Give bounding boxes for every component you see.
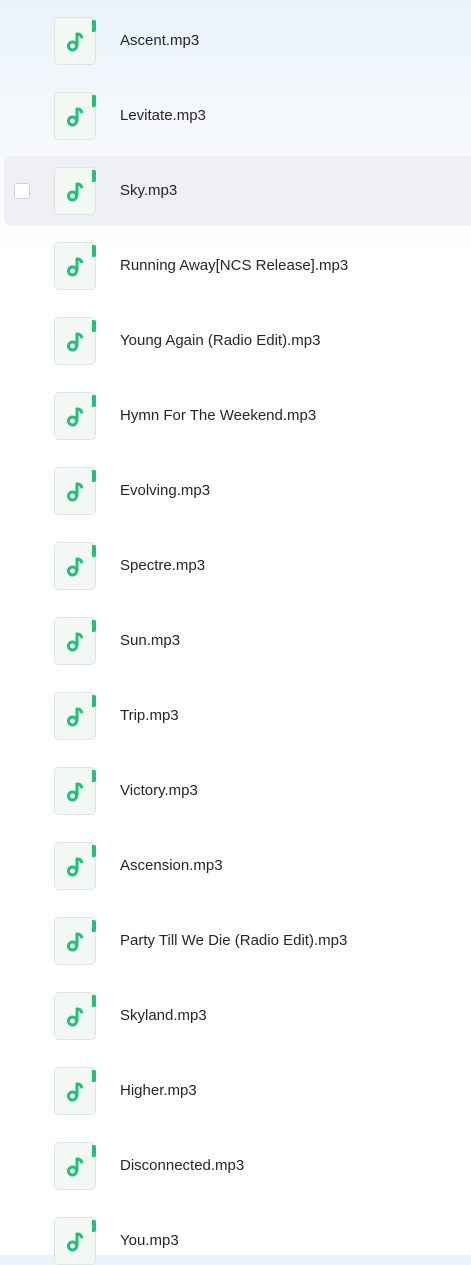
file-name[interactable]: Spectre.mp3 (120, 557, 205, 575)
file-row[interactable]: Victory.mp3 (4, 756, 471, 826)
file-row[interactable]: Party Till We Die (Radio Edit).mp3 (4, 906, 471, 976)
file-row[interactable]: You.mp3 (4, 1206, 471, 1265)
music-file-icon (54, 1142, 96, 1190)
file-name[interactable]: Evolving.mp3 (120, 482, 210, 500)
file-name[interactable]: Hymn For The Weekend.mp3 (120, 407, 316, 425)
music-note-icon (67, 932, 83, 952)
music-note-icon (67, 557, 83, 577)
music-file-icon (54, 392, 96, 440)
music-file-icon (54, 767, 96, 815)
music-note-icon (67, 1007, 83, 1027)
music-note-icon (67, 1232, 83, 1252)
file-name[interactable]: Ascent.mp3 (120, 32, 199, 50)
file-row[interactable]: Sun.mp3 (4, 606, 471, 676)
file-row[interactable]: Evolving.mp3 (4, 456, 471, 526)
music-file-icon (54, 617, 96, 665)
music-file-icon (54, 917, 96, 965)
music-note-icon (67, 257, 83, 277)
file-name[interactable]: Disconnected.mp3 (120, 1157, 244, 1175)
file-name[interactable]: Victory.mp3 (120, 782, 198, 800)
file-name[interactable]: Skyland.mp3 (120, 1007, 207, 1025)
file-name[interactable]: Sky.mp3 (120, 182, 177, 200)
music-note-icon (67, 857, 83, 877)
music-note-icon (67, 407, 83, 427)
music-file-icon (54, 167, 96, 215)
file-name[interactable]: You.mp3 (120, 1232, 179, 1250)
file-row[interactable]: Ascent.mp3 (4, 6, 471, 76)
music-file-icon (54, 692, 96, 740)
music-note-icon (67, 632, 83, 652)
music-note-icon (67, 782, 83, 802)
music-note-icon (67, 1082, 83, 1102)
file-name[interactable]: Higher.mp3 (120, 1082, 197, 1100)
music-note-icon (67, 182, 83, 202)
file-row[interactable]: Young Again (Radio Edit).mp3 (4, 306, 471, 376)
file-name[interactable]: Levitate.mp3 (120, 107, 206, 125)
music-note-icon (67, 107, 83, 127)
file-row[interactable]: Ascension.mp3 (4, 831, 471, 901)
music-file-icon (54, 242, 96, 290)
music-file-icon (54, 842, 96, 890)
music-file-icon (54, 92, 96, 140)
music-file-icon (54, 992, 96, 1040)
music-note-icon (67, 482, 83, 502)
music-note-icon (67, 32, 83, 52)
file-row[interactable]: Skyland.mp3 (4, 981, 471, 1051)
file-name[interactable]: Trip.mp3 (120, 707, 179, 725)
music-file-icon (54, 542, 96, 590)
file-row[interactable]: Running Away[NCS Release].mp3 (4, 231, 471, 301)
music-file-icon (54, 317, 96, 365)
music-file-icon (54, 467, 96, 515)
file-name[interactable]: Running Away[NCS Release].mp3 (120, 257, 348, 275)
file-row-hovered[interactable]: Sky.mp3 (4, 156, 471, 226)
file-row[interactable]: Spectre.mp3 (4, 531, 471, 601)
file-row[interactable]: Trip.mp3 (4, 681, 471, 751)
file-row[interactable]: Higher.mp3 (4, 1056, 471, 1126)
file-name[interactable]: Young Again (Radio Edit).mp3 (120, 332, 320, 350)
file-name[interactable]: Party Till We Die (Radio Edit).mp3 (120, 932, 347, 950)
music-file-icon (54, 17, 96, 65)
music-file-icon (54, 1217, 96, 1265)
file-row[interactable]: Hymn For The Weekend.mp3 (4, 381, 471, 451)
file-row[interactable]: Levitate.mp3 (4, 81, 471, 151)
row-checkbox[interactable] (14, 183, 30, 199)
file-name[interactable]: Ascension.mp3 (120, 857, 223, 875)
file-name[interactable]: Sun.mp3 (120, 632, 180, 650)
music-note-icon (67, 707, 83, 727)
music-note-icon (67, 332, 83, 352)
music-file-icon (54, 1067, 96, 1115)
music-note-icon (67, 1157, 83, 1177)
file-row[interactable]: Disconnected.mp3 (4, 1131, 471, 1201)
